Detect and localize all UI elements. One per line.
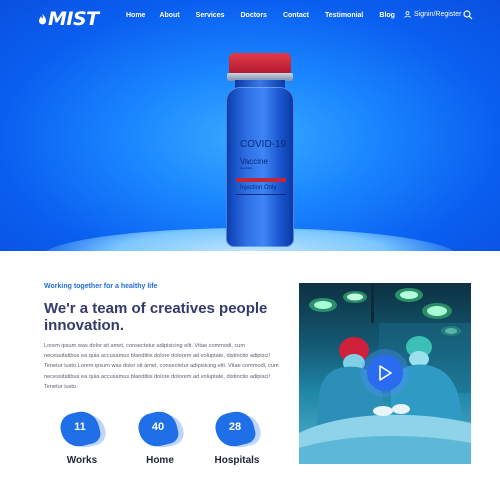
nav-about[interactable]: About (159, 12, 179, 20)
nav-services[interactable]: Services (196, 12, 225, 20)
stat-blob: 28 (212, 407, 263, 451)
flame-icon (38, 13, 47, 25)
user-icon (404, 11, 411, 18)
signin-label: Signin/Register (414, 11, 462, 18)
play-icon (379, 365, 392, 381)
section-paragraph: Lorem ipsum was dolor sit amet, consecte… (44, 343, 279, 390)
vial-band-text: Injection Only (240, 185, 277, 191)
section-headline: We'r a team of creatives people innovati… (44, 300, 268, 334)
stat-blob: 11 (57, 407, 108, 451)
play-button[interactable] (367, 355, 403, 391)
vial-divider (236, 194, 286, 195)
signin-link[interactable]: Signin/Register (404, 11, 461, 18)
stat-label: Home (146, 455, 174, 466)
nav-doctors[interactable]: Doctors (240, 12, 266, 20)
vaccine-vial-image: COVID-19 Vaccine injectable Injection On… (224, 53, 296, 249)
vial-subtitle: Vaccine (240, 157, 268, 166)
vial-red-band (236, 178, 286, 182)
vial-cap (229, 53, 291, 75)
nav-testimonial[interactable]: Testimonial (325, 12, 363, 20)
site-logo[interactable]: MIST (38, 8, 99, 30)
logo-text: MIST (48, 8, 99, 30)
main-nav: Home About Services Doctors Contact Test… (126, 12, 411, 20)
stat-works: 11 Works (52, 407, 112, 466)
nav-contact[interactable]: Contact (283, 12, 309, 20)
stat-label: Hospitals (214, 455, 260, 466)
vial-small-text: injectable (240, 166, 253, 170)
stat-hospitals: 28 Hospitals (207, 407, 267, 466)
nav-home[interactable]: Home (126, 12, 145, 20)
stat-value: 11 (74, 421, 86, 433)
stat-value: 28 (228, 421, 242, 433)
vial-title: COVID-19 (240, 139, 287, 150)
vial-body (226, 87, 294, 247)
section-kicker: Working together for a healthy life (44, 283, 158, 290)
stat-home: 40 Home (130, 407, 190, 466)
stat-label: Works (66, 455, 98, 466)
hero-banner: MIST Home About Services Doctors Contact… (0, 0, 500, 251)
nav-blog[interactable]: Blog (379, 12, 395, 20)
stat-blob: 40 (135, 407, 186, 451)
stat-value: 40 (151, 421, 165, 433)
search-icon[interactable] (463, 10, 473, 20)
